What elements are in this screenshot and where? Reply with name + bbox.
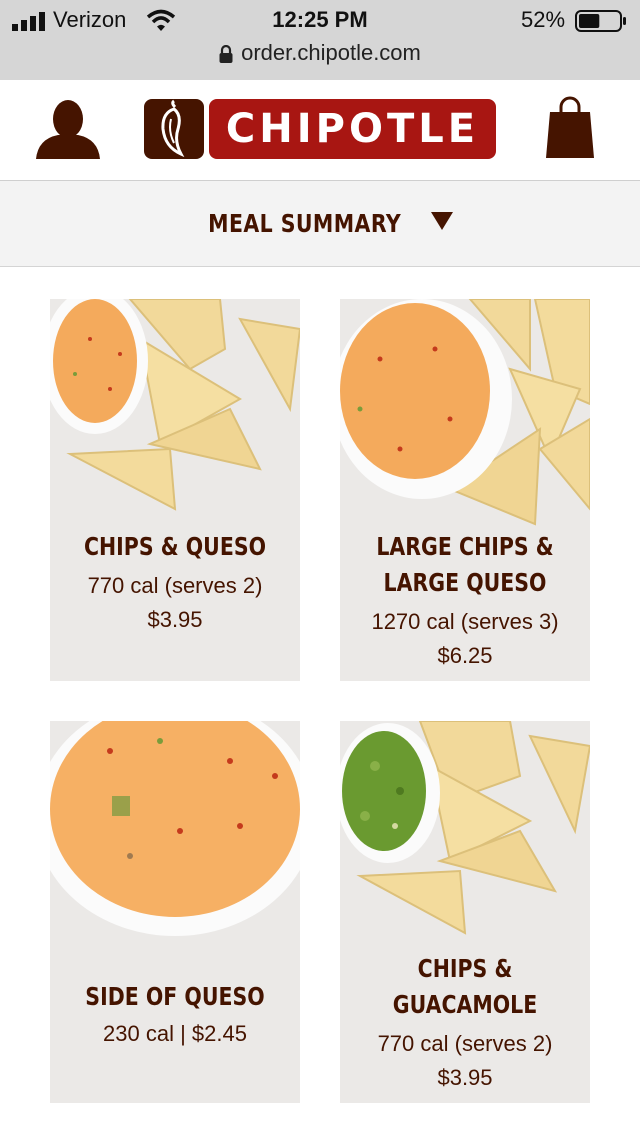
menu-item-calories: 1270 cal (serves 3) <box>371 609 559 634</box>
chipotle-pepper-logo[interactable] <box>144 99 204 159</box>
side-queso-image <box>50 721 300 936</box>
menu-item-price: $6.25 <box>437 643 493 668</box>
menu-item-name: CHIPS & QUESO <box>83 532 267 561</box>
pepper-icon <box>161 99 185 158</box>
menu-item-calories-price: 230 cal | $2.45 <box>103 1021 247 1046</box>
menu-item-name: SIDE OF QUESO <box>85 982 265 1011</box>
meal-summary-toggle[interactable]: MEAL SUMMARY <box>0 181 640 267</box>
menu-item-chips-queso[interactable]: CHIPS & QUESO 770 cal (serves 2) $3.95 <box>50 299 300 681</box>
chips-queso-image <box>50 299 300 511</box>
menu-item-name-line2: LARGE QUESO <box>383 568 547 597</box>
menu-item-large-chips-queso[interactable]: LARGE CHIPS & LARGE QUESO 1270 cal (serv… <box>340 299 590 681</box>
menu-item-price: $3.95 <box>437 1065 493 1090</box>
user-icon[interactable] <box>36 97 100 161</box>
menu-item-calories: 770 cal (serves 2) <box>377 1031 553 1056</box>
menu-item-chips-guacamole[interactable]: CHIPS & GUACAMOLE 770 cal (serves 2) $3.… <box>340 721 590 1103</box>
menu-item-name: CHIPS & <box>417 954 513 983</box>
bag-icon[interactable] <box>545 96 595 160</box>
menu-item-name: LARGE CHIPS & <box>376 532 554 561</box>
address-bar[interactable]: order.chipotle.com <box>0 40 640 66</box>
battery-percentage: 52% <box>521 7 566 32</box>
status-bar: Verizon 12:25 PM 52% order.chipotle.com <box>0 0 640 80</box>
chipotle-wordmark[interactable]: CHIPOTLE <box>209 99 496 159</box>
meal-summary-label: MEAL SUMMARY <box>208 209 402 238</box>
menu-item-price: $3.95 <box>147 607 203 632</box>
lock-icon <box>219 45 233 64</box>
menu-item-calories: 770 cal (serves 2) <box>87 573 263 598</box>
battery-icon <box>575 10 626 32</box>
menu-item-side-queso[interactable]: SIDE OF QUESO 230 cal | $2.45 <box>50 721 300 1103</box>
chips-guacamole-image <box>340 721 590 935</box>
caret-down-icon <box>430 212 453 230</box>
url-text: order.chipotle.com <box>241 40 421 65</box>
menu-item-name-line2: GUACAMOLE <box>392 990 538 1019</box>
large-chips-queso-image <box>340 299 590 526</box>
